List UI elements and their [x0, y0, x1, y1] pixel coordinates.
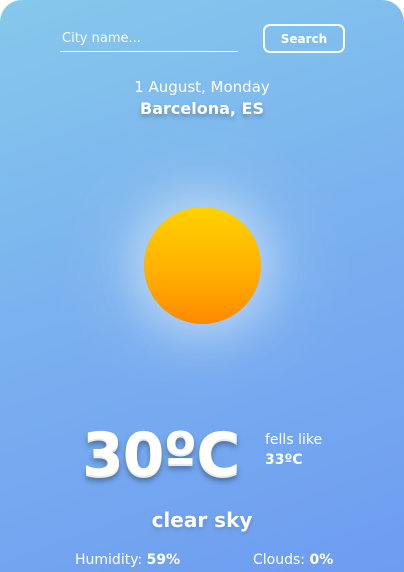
- date-label: 1 August, Monday: [134, 78, 270, 96]
- search-bar: Search: [60, 24, 345, 54]
- weather-condition: clear sky: [151, 508, 253, 532]
- feels-like: fells like 33ºC: [265, 430, 322, 470]
- weather-stats: Humidity: 59% Clouds: 0%: [0, 552, 404, 572]
- temperature-row: 30ºC fells like 33ºC: [0, 415, 404, 495]
- feels-like-value: 33ºC: [265, 452, 303, 468]
- humidity-label: Humidity:: [75, 552, 143, 568]
- sun-icon: [144, 207, 261, 324]
- temperature-value: 30ºC: [82, 420, 240, 490]
- humidity-value: 59%: [146, 552, 181, 568]
- clouds-stat: Clouds: 0%: [253, 552, 333, 568]
- location-label: Barcelona, ES: [140, 99, 264, 118]
- search-button[interactable]: Search: [263, 24, 345, 53]
- weather-card: Search 1 August, Monday Barcelona, ES 30…: [0, 0, 404, 572]
- city-search-input[interactable]: [60, 26, 238, 52]
- clouds-label: Clouds:: [253, 552, 306, 568]
- feels-like-label: fells like: [265, 432, 323, 448]
- humidity-stat: Humidity: 59%: [75, 552, 180, 568]
- clouds-value: 0%: [309, 552, 334, 568]
